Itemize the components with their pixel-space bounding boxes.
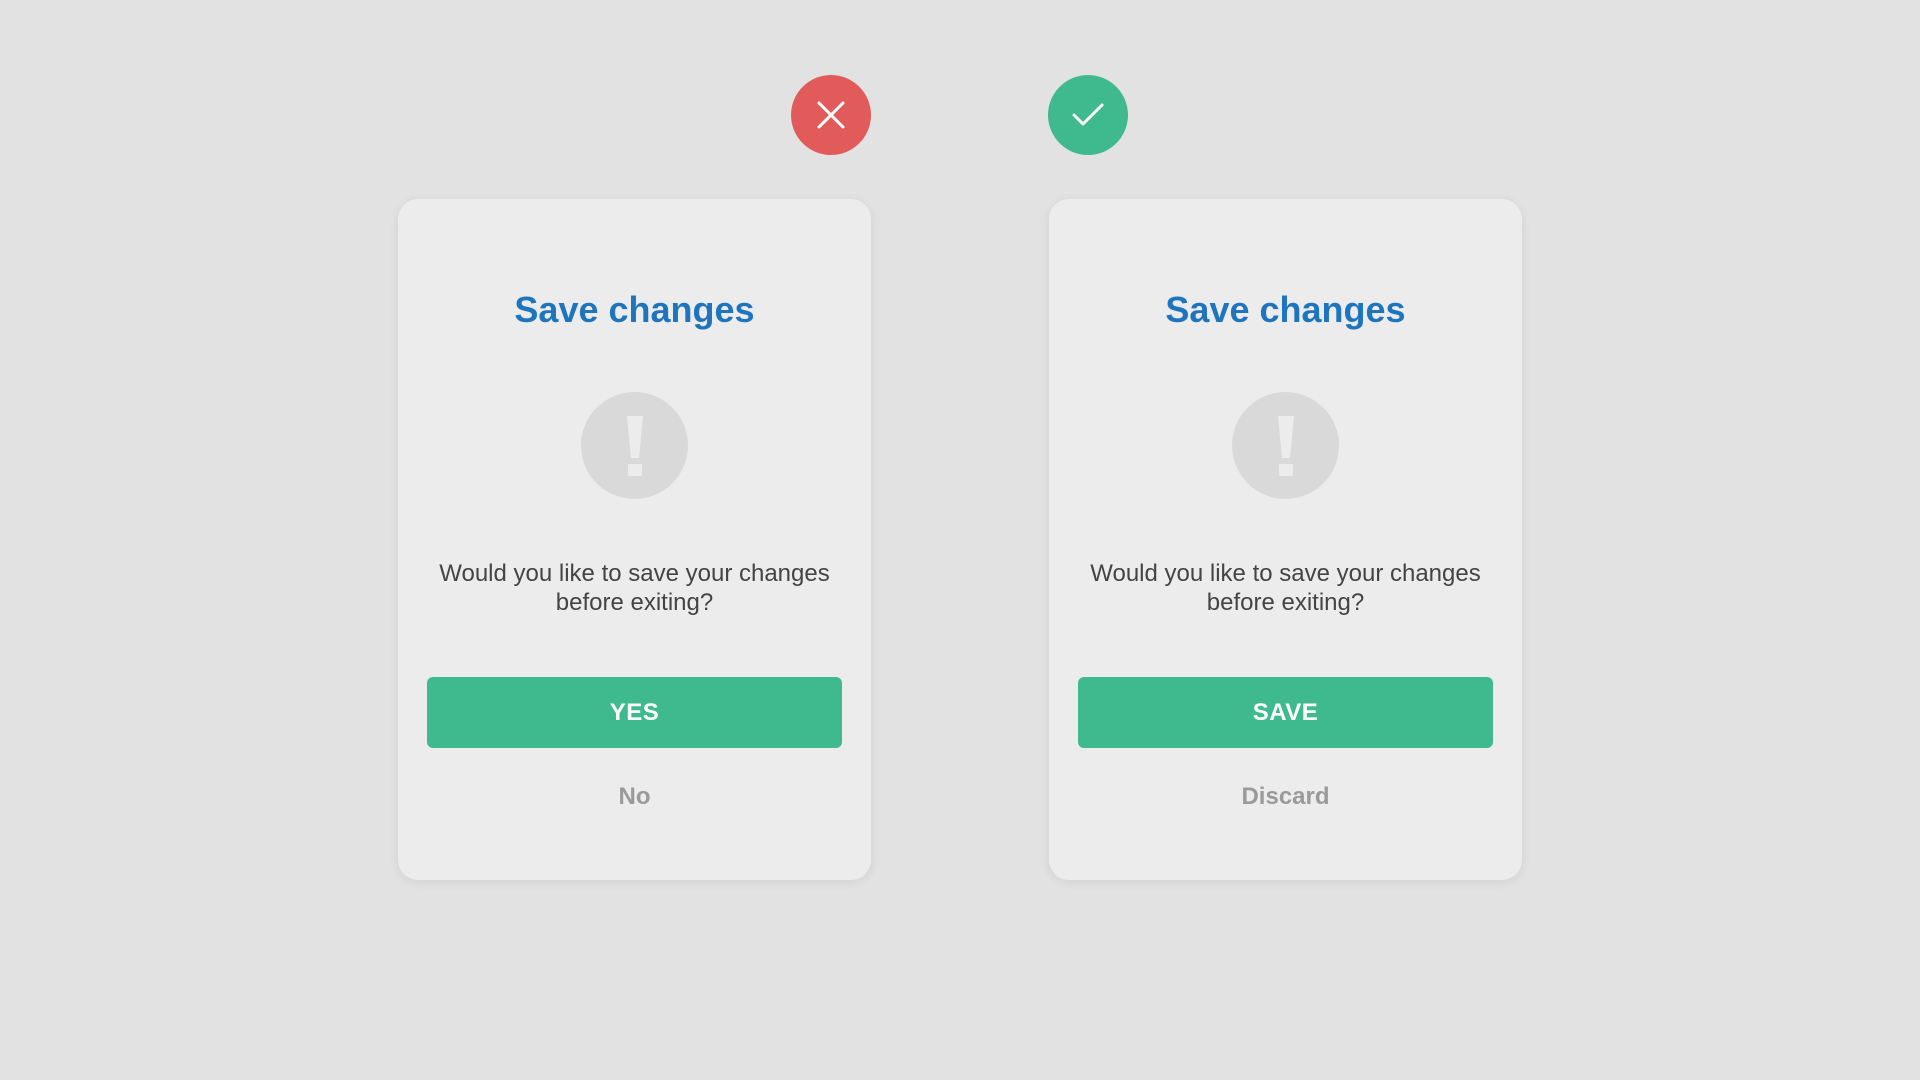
dialog-title: Save changes xyxy=(1165,289,1406,330)
discard-link[interactable]: Discard xyxy=(1049,783,1522,811)
dialog-card-correct: Save changes Would you like to save your… xyxy=(1049,199,1522,880)
alert-circle xyxy=(1232,392,1339,499)
close-icon xyxy=(817,101,845,129)
correct-badge xyxy=(1048,75,1128,155)
check-icon xyxy=(1072,103,1104,126)
incorrect-badge xyxy=(791,75,871,155)
dialog-message: Would you like to save your changes befo… xyxy=(1090,560,1481,616)
dialog-message: Would you like to save your changes befo… xyxy=(439,560,830,616)
save-button[interactable]: SAVE xyxy=(1078,677,1493,748)
no-link[interactable]: No xyxy=(398,783,871,811)
dialog-title: Save changes xyxy=(514,289,755,330)
yes-button[interactable]: YES xyxy=(427,677,842,748)
alert-circle xyxy=(581,392,688,499)
comparison-stage: Save changes Would you like to save your… xyxy=(0,0,1920,1080)
dialog-card-incorrect: Save changes Would you like to save your… xyxy=(398,199,871,880)
exclamation-icon xyxy=(626,415,643,476)
exclamation-icon xyxy=(1277,415,1294,476)
